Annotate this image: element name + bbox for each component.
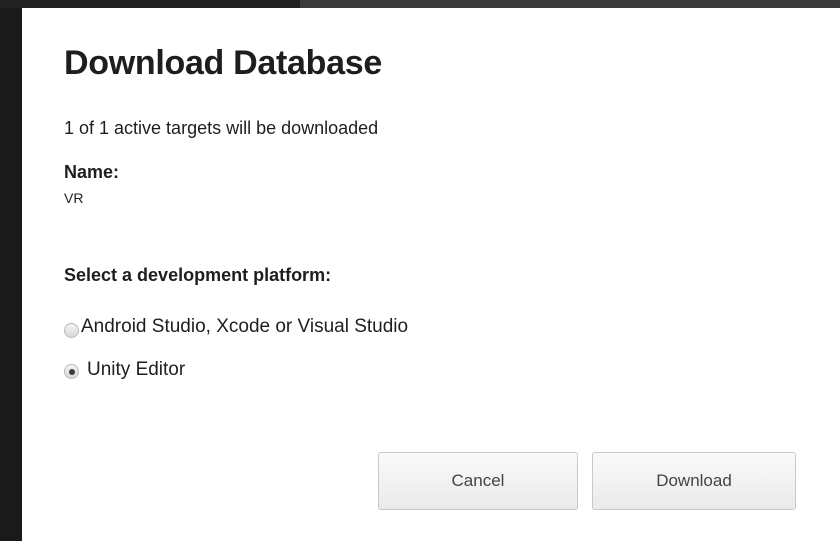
dialog-title: Download Database	[64, 44, 382, 82]
platform-label: Select a development platform:	[64, 265, 332, 285]
download-button[interactable]: Download	[592, 452, 796, 510]
download-summary: 1 of 1 active targets will be downloaded	[64, 118, 379, 138]
platform-option-label: Unity Editor	[87, 359, 186, 380]
cancel-button[interactable]: Cancel	[378, 452, 578, 510]
download-database-dialog: Download Database 1 of 1 active targets …	[22, 8, 840, 541]
platform-option-android-xcode-vs[interactable]: Android Studio, Xcode or Visual Studio	[64, 316, 408, 338]
platform-radio-unity-editor[interactable]	[64, 364, 79, 379]
name-value: VR	[64, 190, 84, 206]
platform-radio-android-xcode-vs[interactable]	[64, 322, 79, 338]
platform-option-unity-editor[interactable]: Unity Editor	[64, 359, 185, 381]
name-label: Name:	[64, 162, 120, 182]
backdrop-topbar-highlight	[300, 0, 840, 8]
platform-option-label: Android Studio, Xcode or Visual Studio	[81, 316, 409, 337]
